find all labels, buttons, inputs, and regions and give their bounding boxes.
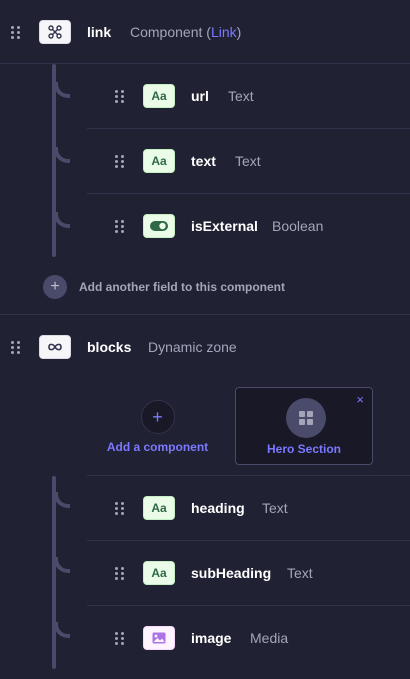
drag-handle-icon[interactable]	[115, 567, 125, 580]
close-icon[interactable]: ×	[356, 392, 364, 407]
field-type: Boolean	[272, 218, 324, 234]
field-row-isexternal[interactable]: isExternal Boolean	[0, 194, 410, 258]
text-icon: Aa	[143, 84, 175, 108]
field-row-image[interactable]: image Media	[0, 606, 410, 670]
field-row-heading[interactable]: Aa heading Text	[0, 476, 410, 540]
add-component-button[interactable]: + Add a component	[105, 400, 210, 460]
text-icon: Aa	[143, 496, 175, 520]
add-field-label: Add another field to this component	[79, 280, 285, 294]
drag-handle-icon[interactable]	[115, 155, 125, 168]
field-type: Text	[235, 153, 261, 169]
field-row-text[interactable]: Aa text Text	[0, 129, 410, 193]
media-icon	[143, 626, 175, 650]
drag-handle-icon[interactable]	[115, 90, 125, 103]
plus-icon: +	[140, 400, 175, 434]
field-row-link[interactable]: link Component (Link)	[0, 0, 410, 64]
text-icon: Aa	[143, 561, 175, 585]
component-link[interactable]: Link	[211, 24, 237, 40]
add-field-button[interactable]: + Add another field to this component	[43, 275, 285, 299]
plus-icon: +	[43, 275, 67, 299]
field-name: isExternal	[191, 218, 258, 234]
field-name: link	[87, 24, 112, 40]
hero-section-label: Hero Section	[266, 442, 341, 456]
field-name: image	[191, 630, 232, 646]
drag-handle-icon[interactable]	[11, 26, 21, 39]
drag-handle-icon[interactable]	[115, 502, 125, 515]
field-row-subheading[interactable]: Aa subHeading Text	[0, 541, 410, 605]
field-type: Text	[262, 500, 288, 516]
field-type: Text	[287, 565, 313, 581]
field-name: url	[191, 88, 209, 104]
hero-section-card[interactable]: Hero Section ×	[235, 387, 373, 465]
field-name: heading	[191, 500, 245, 516]
drag-handle-icon[interactable]	[115, 632, 125, 645]
field-name: text	[191, 153, 216, 169]
grid-icon	[286, 398, 326, 438]
field-name: subHeading	[191, 565, 272, 581]
field-type: Media	[250, 630, 289, 646]
field-type: Text	[228, 88, 254, 104]
field-row-url[interactable]: Aa url Text	[0, 64, 410, 128]
toggle-icon	[143, 214, 175, 238]
drag-handle-icon[interactable]	[115, 220, 125, 233]
field-row-blocks[interactable]: blocks Dynamic zone	[0, 315, 410, 379]
add-component-label: Add a component	[106, 440, 209, 454]
drag-handle-icon[interactable]	[11, 341, 21, 354]
infinity-icon	[39, 335, 71, 359]
field-name: blocks	[87, 339, 132, 355]
field-type: Component (Link)	[130, 24, 242, 40]
component-icon	[39, 20, 71, 44]
text-icon: Aa	[143, 149, 175, 173]
field-type: Dynamic zone	[148, 339, 237, 355]
